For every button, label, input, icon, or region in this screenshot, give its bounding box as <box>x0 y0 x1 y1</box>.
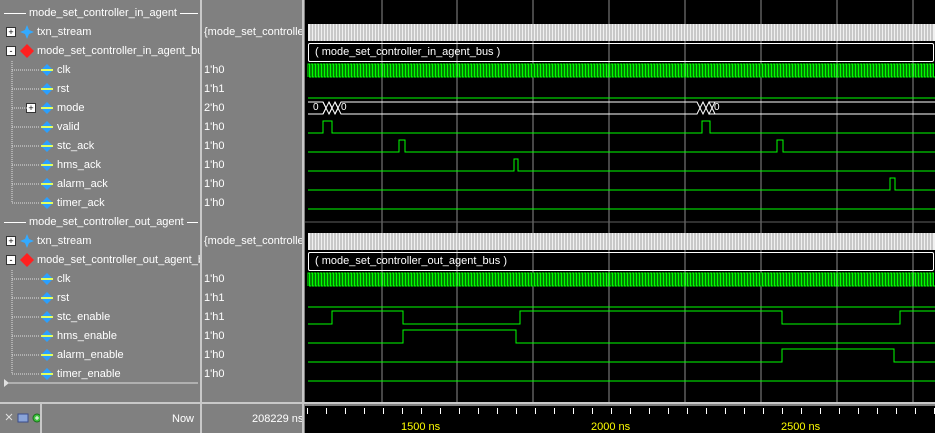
time-axis-tick <box>725 408 726 414</box>
status-bar: Now 208229 ns 1500 ns 2000 ns 2500 ns <box>0 402 935 433</box>
signal-value: {mode_set_controlle... <box>204 235 302 247</box>
time-axis[interactable]: 1500 ns 2000 ns 2500 ns <box>305 406 935 433</box>
stc-ack-waveform <box>308 139 935 153</box>
clk-waveform-in <box>307 63 935 78</box>
signal-value: 1'h0 <box>204 140 225 152</box>
signal-value: 1'h0 <box>204 349 225 361</box>
time-axis-tick <box>820 408 821 414</box>
time-axis-tick <box>915 408 916 414</box>
time-axis-tick <box>801 408 802 414</box>
clk-waveform-out <box>307 272 935 287</box>
mode-value-label: 0 <box>714 102 720 113</box>
time-axis-tick <box>307 408 308 414</box>
signal-value: 1'h0 <box>204 368 225 380</box>
hms-enable-waveform <box>308 329 935 344</box>
txn-stream-bar-out <box>308 233 935 250</box>
time-axis-tick <box>478 408 479 414</box>
time-axis-label: 2500 ns <box>781 421 821 433</box>
txn-stream-bar-in <box>308 24 935 41</box>
tree-lines <box>4 61 198 387</box>
bus-label: ( mode_set_controller_in_agent_bus ) <box>315 46 501 58</box>
time-axis-label: 1500 ns <box>401 421 441 433</box>
time-axis-tick <box>573 408 574 414</box>
time-axis-tick <box>668 408 669 414</box>
time-axis-tick <box>782 408 783 414</box>
time-axis-tick <box>516 408 517 414</box>
time-axis-tick <box>896 408 897 414</box>
time-axis-tick <box>497 408 498 414</box>
signal-value: 1'h0 <box>204 121 225 133</box>
toolbar-icons <box>4 412 44 427</box>
time-axis-tick <box>611 408 612 414</box>
signal-value: 1'h0 <box>204 64 225 76</box>
mode-waveform <box>308 100 935 116</box>
in-agent-bus-segment[interactable]: ( mode_set_controller_in_agent_bus ) <box>308 43 934 62</box>
time-axis-tick <box>839 408 840 414</box>
hms-ack-waveform <box>308 158 935 172</box>
status-divider <box>200 404 202 433</box>
waveform-pane[interactable]: ( mode_set_controller_in_agent_bus ) ( m… <box>305 0 935 402</box>
stc-enable-waveform <box>308 310 935 325</box>
status-divider <box>40 404 42 433</box>
time-axis-tick <box>364 408 365 414</box>
time-axis-label: 2000 ns <box>591 421 631 433</box>
cursor-tools-icon[interactable] <box>4 412 44 424</box>
time-axis-tick <box>763 408 764 414</box>
valid-waveform <box>308 120 935 134</box>
time-axis-tick <box>630 408 631 414</box>
signal-value: 1'h1 <box>204 311 225 323</box>
time-axis-tick <box>687 408 688 414</box>
time-axis-tick <box>421 408 422 414</box>
bus-label: ( mode_set_controller_out_agent_bus ) <box>315 255 508 267</box>
time-axis-tick <box>554 408 555 414</box>
signal-value: {mode_set_controller... <box>204 26 302 38</box>
signal-value: 1'h0 <box>204 197 225 209</box>
time-axis-tick <box>383 408 384 414</box>
mode-value-label: 0 <box>341 102 347 113</box>
now-label: Now <box>172 413 195 425</box>
pane-splitter[interactable] <box>302 0 304 431</box>
signal-value: 2'h0 <box>204 102 225 114</box>
out-agent-bus-segment[interactable]: ( mode_set_controller_out_agent_bus ) <box>308 252 934 271</box>
signal-value: 1'h0 <box>204 330 225 342</box>
signal-name-pane: mode_set_controller_in_agent + txn_stream… <box>0 0 216 402</box>
status-divider <box>302 404 304 433</box>
time-axis-tick <box>877 408 878 414</box>
time-axis-tick <box>858 408 859 414</box>
alarm-ack-waveform <box>308 177 935 191</box>
alarm-enable-waveform <box>308 348 935 363</box>
time-axis-tick <box>649 408 650 414</box>
time-axis-tick <box>326 408 327 414</box>
time-axis-tick <box>744 408 745 414</box>
signal-value: 1'h0 <box>204 178 225 190</box>
time-axis-tick <box>440 408 441 414</box>
time-axis-tick <box>592 408 593 414</box>
time-axis-tick <box>706 408 707 414</box>
time-axis-tick <box>459 408 460 414</box>
signal-value: 1'h0 <box>204 159 225 171</box>
signal-value: 1'h1 <box>204 292 225 304</box>
time-axis-tick <box>535 408 536 414</box>
time-axis-tick <box>345 408 346 414</box>
time-axis-tick <box>402 408 403 414</box>
now-time-value: 208229 ns <box>252 413 304 425</box>
signal-value: 1'h0 <box>204 273 225 285</box>
signal-value-pane: {mode_set_controller... 1'h0 1'h1 2'h0 1… <box>202 0 302 402</box>
signal-value: 1'h1 <box>204 83 225 95</box>
mode-value-label: 0 <box>313 102 319 113</box>
